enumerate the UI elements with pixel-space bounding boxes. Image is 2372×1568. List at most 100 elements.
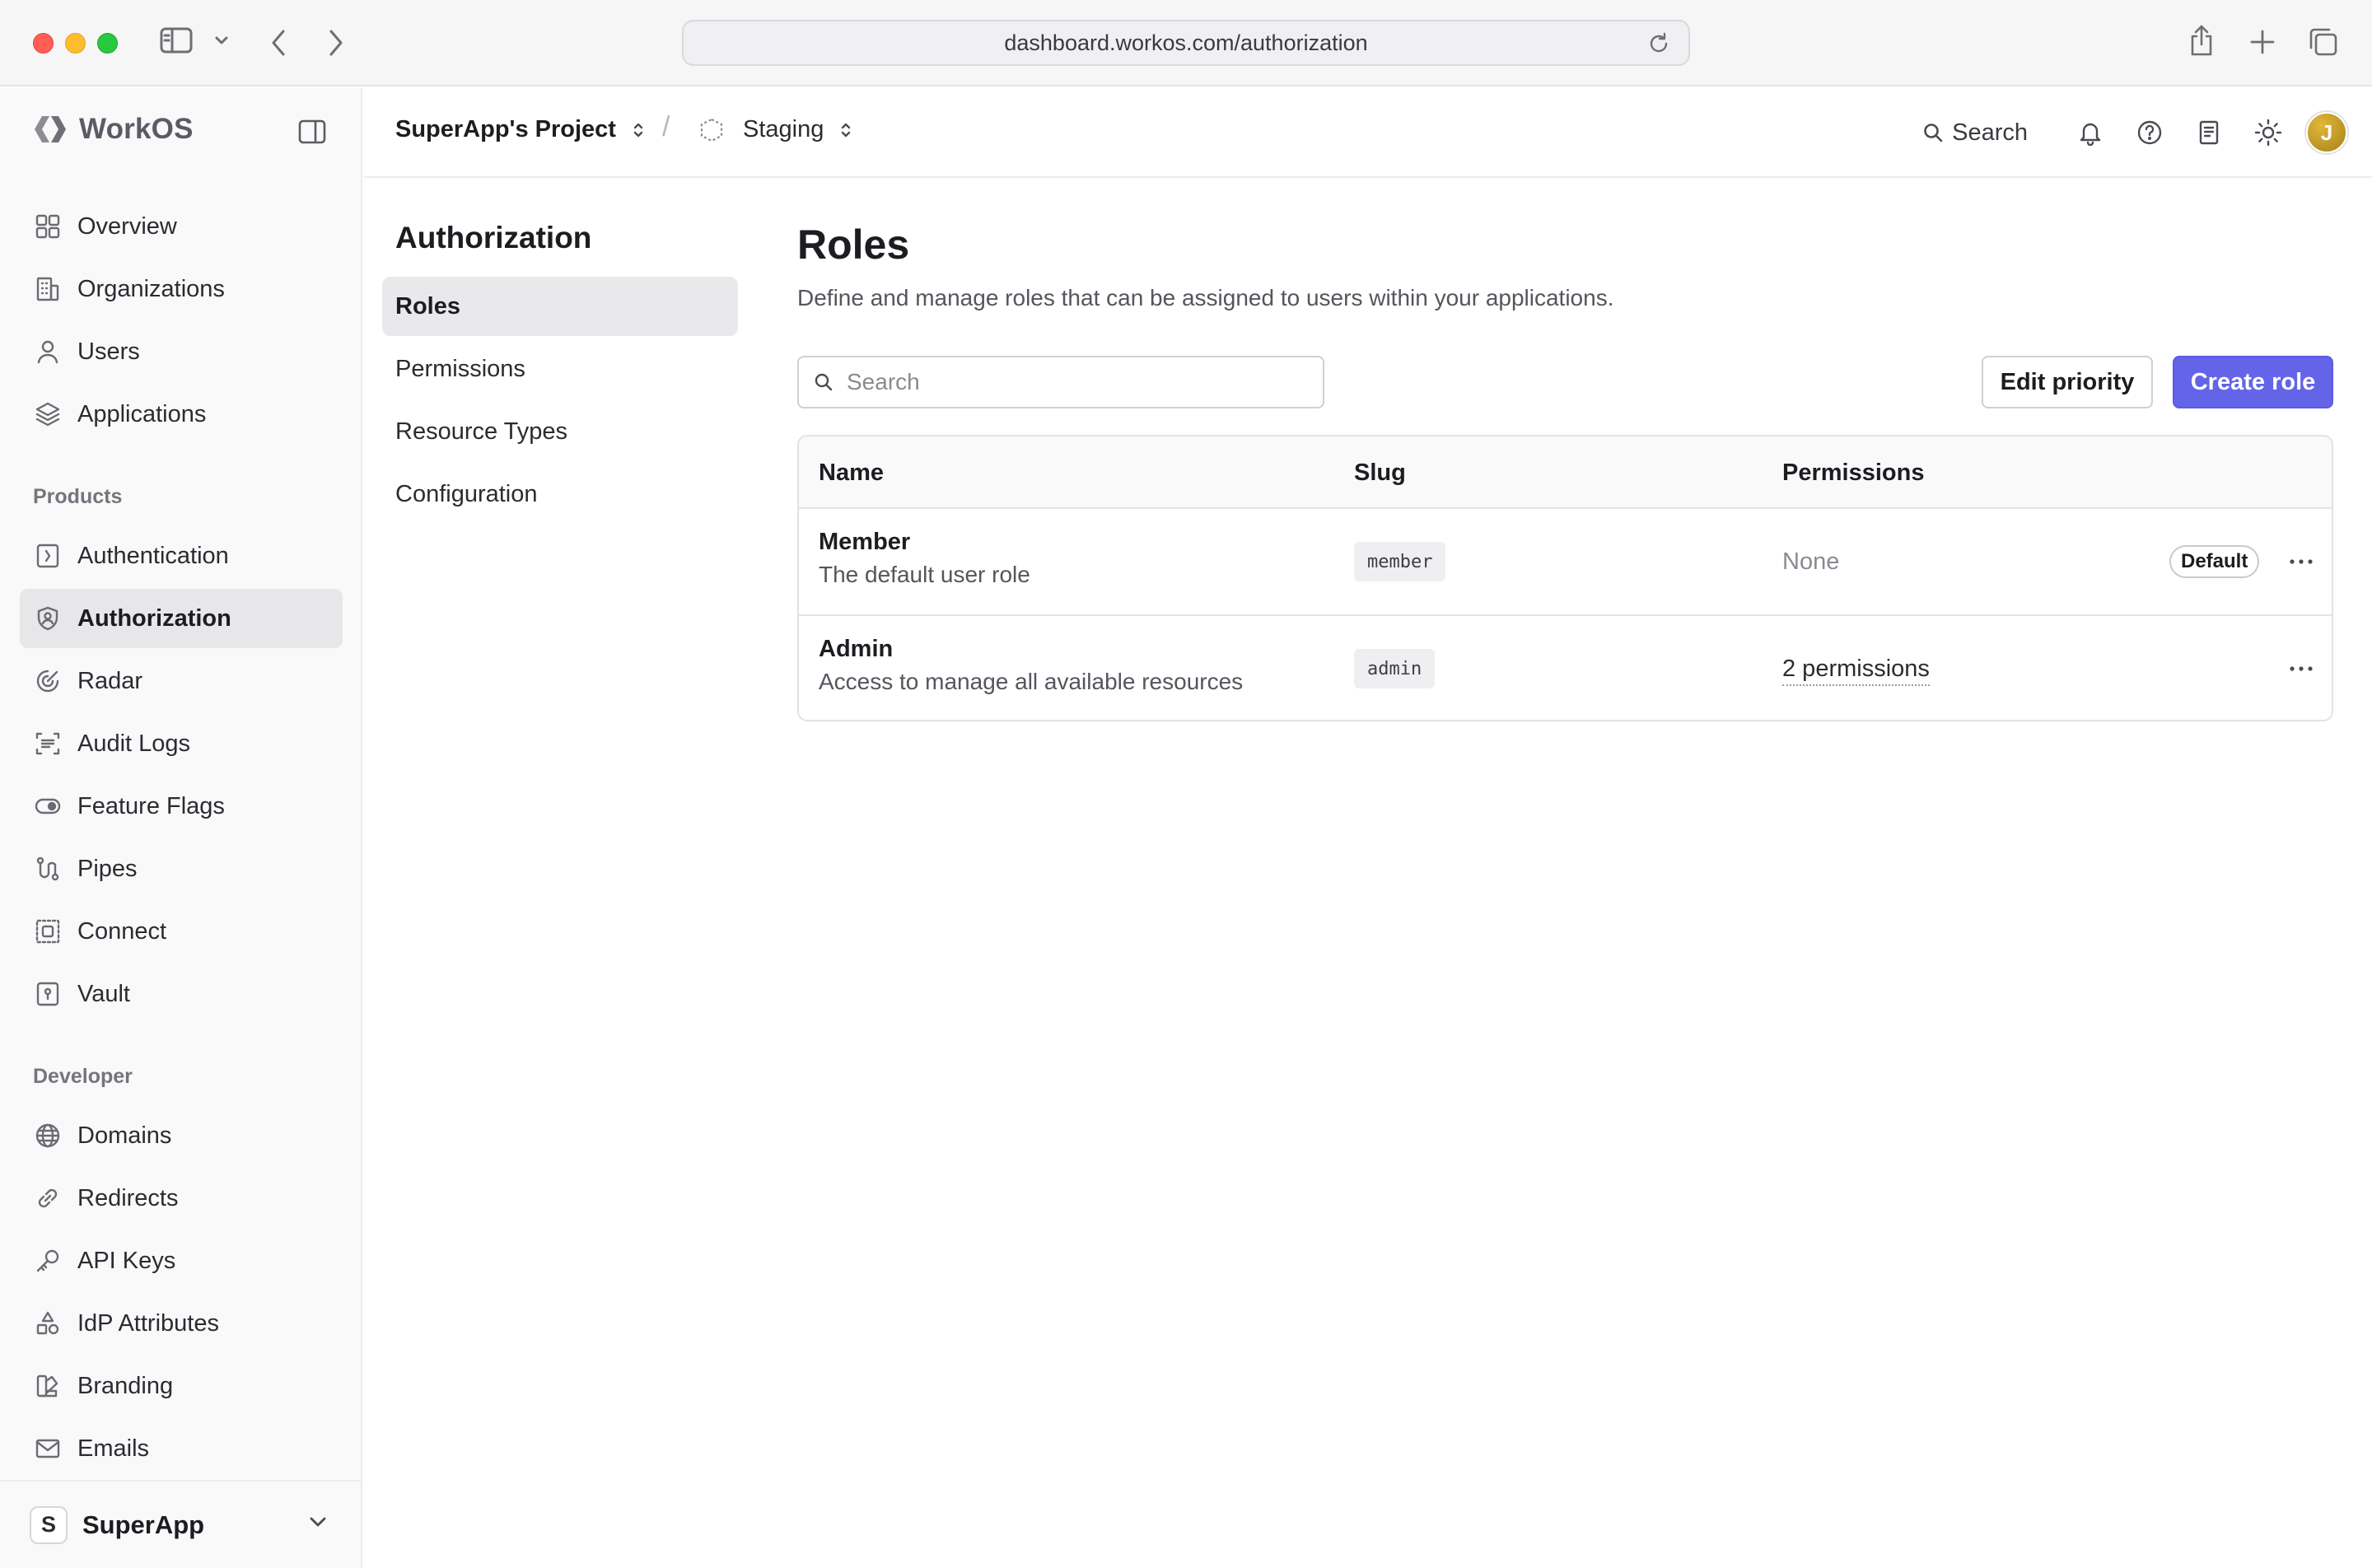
role-slug: admin bbox=[1354, 649, 1436, 688]
window-minimize-button[interactable] bbox=[65, 33, 86, 54]
search-icon bbox=[1924, 124, 1943, 142]
help-circle-icon bbox=[2137, 120, 2162, 145]
sidebar-item-label: Vault bbox=[77, 980, 130, 1007]
chevron-up-down-icon bbox=[842, 123, 851, 137]
chevron-up-down-icon bbox=[633, 123, 643, 137]
forward-arrow-icon[interactable] bbox=[326, 28, 346, 58]
project-name: SuperApp's Project bbox=[395, 116, 616, 142]
window-close-button[interactable] bbox=[33, 33, 54, 54]
sidebar-item-radar[interactable]: Radar bbox=[20, 651, 343, 711]
workspace-switcher[interactable]: S SuperApp bbox=[0, 1480, 361, 1568]
docs-button[interactable] bbox=[2179, 110, 2239, 156]
sidebar-item-authentication[interactable]: Authentication bbox=[20, 526, 343, 586]
row-actions-button[interactable] bbox=[2281, 656, 2321, 682]
browser-chrome: dashboard.workos.com/authorization bbox=[0, 0, 2372, 86]
url-text: dashboard.workos.com/authorization bbox=[1004, 30, 1368, 55]
connect-icon bbox=[35, 919, 60, 944]
sidebar-item-label: Authorization bbox=[77, 604, 231, 632]
subnav-item-label: Resource Types bbox=[395, 418, 568, 445]
table-header: Name Slug Permissions bbox=[799, 436, 2332, 509]
reload-icon[interactable] bbox=[1647, 32, 1670, 55]
sidebar-item-pipes[interactable]: Pipes bbox=[20, 839, 343, 898]
subnav-item-label: Permissions bbox=[395, 355, 525, 382]
subnav-item-permissions[interactable]: Permissions bbox=[382, 339, 738, 399]
tab-overview-icon[interactable] bbox=[2308, 26, 2339, 58]
column-header-permissions: Permissions bbox=[1782, 460, 1925, 486]
sidebar-item-label: Authentication bbox=[77, 542, 229, 569]
sidebar-item-applications[interactable]: Applications bbox=[20, 385, 343, 444]
sidebar-item-organizations[interactable]: Organizations bbox=[20, 259, 343, 319]
sidebar-item-overview[interactable]: Overview bbox=[20, 197, 343, 256]
sidebar-item-api-keys[interactable]: API Keys bbox=[20, 1231, 343, 1290]
sidebar-toggle-icon[interactable] bbox=[160, 26, 193, 54]
sidebar-item-label: Organizations bbox=[77, 275, 225, 302]
shapes-icon bbox=[36, 1311, 59, 1335]
subnav-item-roles[interactable]: Roles bbox=[382, 277, 738, 336]
roles-search bbox=[797, 356, 1324, 408]
more-horizontal-icon bbox=[2290, 666, 2313, 671]
sidebar-item-redirects[interactable]: Redirects bbox=[20, 1169, 343, 1228]
palette-icon bbox=[36, 1374, 58, 1398]
bell-icon bbox=[2080, 123, 2101, 146]
sidebar-item-authorization[interactable]: Authorization bbox=[20, 589, 343, 648]
global-search-button[interactable]: Search bbox=[1922, 119, 2028, 147]
sidebar-item-vault[interactable]: Vault bbox=[20, 964, 343, 1024]
sidebar-item-domains[interactable]: Domains bbox=[20, 1106, 343, 1165]
table-row[interactable]: Member The default user role member None… bbox=[799, 509, 2332, 614]
page-description: Define and manage roles that can be assi… bbox=[797, 285, 1614, 310]
layers-icon bbox=[35, 402, 60, 427]
collapse-sidebar-icon[interactable] bbox=[298, 119, 326, 148]
theme-toggle-button[interactable] bbox=[2239, 110, 2298, 156]
chevron-down-icon bbox=[308, 1514, 328, 1533]
share-icon[interactable] bbox=[2188, 25, 2216, 58]
sidebar-item-connect[interactable]: Connect bbox=[20, 902, 343, 961]
back-arrow-icon[interactable] bbox=[268, 28, 288, 58]
row-actions-button[interactable] bbox=[2281, 548, 2321, 575]
environment-name: Staging bbox=[743, 116, 824, 142]
sidebar-item-emails[interactable]: Emails bbox=[20, 1419, 343, 1478]
new-tab-icon[interactable] bbox=[2248, 28, 2276, 56]
user-avatar[interactable]: J bbox=[2306, 112, 2347, 153]
sidebar-item-feature-flags[interactable]: Feature Flags bbox=[20, 777, 343, 836]
notifications-button[interactable] bbox=[2061, 110, 2120, 156]
brand[interactable]: WorkOS bbox=[33, 113, 194, 146]
grid-icon bbox=[35, 214, 60, 239]
scan-icon bbox=[35, 732, 60, 755]
subnav-item-resource-types[interactable]: Resource Types bbox=[382, 402, 738, 461]
sidebar-item-branding[interactable]: Branding bbox=[20, 1356, 343, 1416]
key-door-icon bbox=[36, 544, 59, 568]
table-row[interactable]: Admin Access to manage all available res… bbox=[799, 616, 2332, 720]
project-switcher[interactable]: SuperApp's Project bbox=[395, 116, 646, 143]
sidebar-item-label: Overview bbox=[77, 212, 177, 240]
chevron-down-icon[interactable] bbox=[214, 35, 229, 46]
address-bar[interactable]: dashboard.workos.com/authorization bbox=[682, 20, 1690, 66]
header-actions: Search J bbox=[1922, 110, 2347, 156]
sidebar-item-label: IdP Attributes bbox=[77, 1309, 219, 1337]
mail-icon bbox=[35, 1439, 60, 1458]
sun-icon bbox=[2254, 119, 2282, 147]
sidebar-item-audit-logs[interactable]: Audit Logs bbox=[20, 714, 343, 773]
workspace-avatar: S bbox=[30, 1505, 68, 1544]
toggle-icon bbox=[35, 798, 61, 814]
sidebar-item-label: API Keys bbox=[77, 1247, 176, 1274]
sidebar-item-idp-attributes[interactable]: IdP Attributes bbox=[20, 1294, 343, 1353]
globe-icon bbox=[35, 1123, 60, 1148]
sidebar-item-users[interactable]: Users bbox=[20, 322, 343, 381]
create-role-button[interactable]: Create role bbox=[2173, 356, 2333, 408]
pipe-icon bbox=[36, 856, 59, 881]
top-header: SuperApp's Project / Staging Search J bbox=[364, 88, 2372, 178]
window-zoom-button[interactable] bbox=[97, 33, 118, 54]
sidebar-item-label: Connect bbox=[77, 917, 167, 945]
edit-priority-button[interactable]: Edit priority bbox=[1982, 356, 2153, 408]
section-label-products: Products bbox=[33, 485, 123, 508]
section-label-developer: Developer bbox=[33, 1065, 133, 1088]
environment-switcher[interactable]: Staging bbox=[698, 116, 853, 143]
shield-user-icon bbox=[37, 606, 58, 631]
roles-table: Name Slug Permissions Member The default… bbox=[797, 435, 2333, 721]
wrench-key-icon bbox=[36, 1249, 59, 1272]
sidebar-item-label: Feature Flags bbox=[77, 792, 225, 819]
role-permissions-link[interactable]: 2 permissions bbox=[1782, 656, 1930, 686]
subnav-item-configuration[interactable]: Configuration bbox=[382, 464, 738, 524]
help-button[interactable] bbox=[2120, 110, 2179, 156]
roles-search-input[interactable] bbox=[847, 369, 1308, 395]
